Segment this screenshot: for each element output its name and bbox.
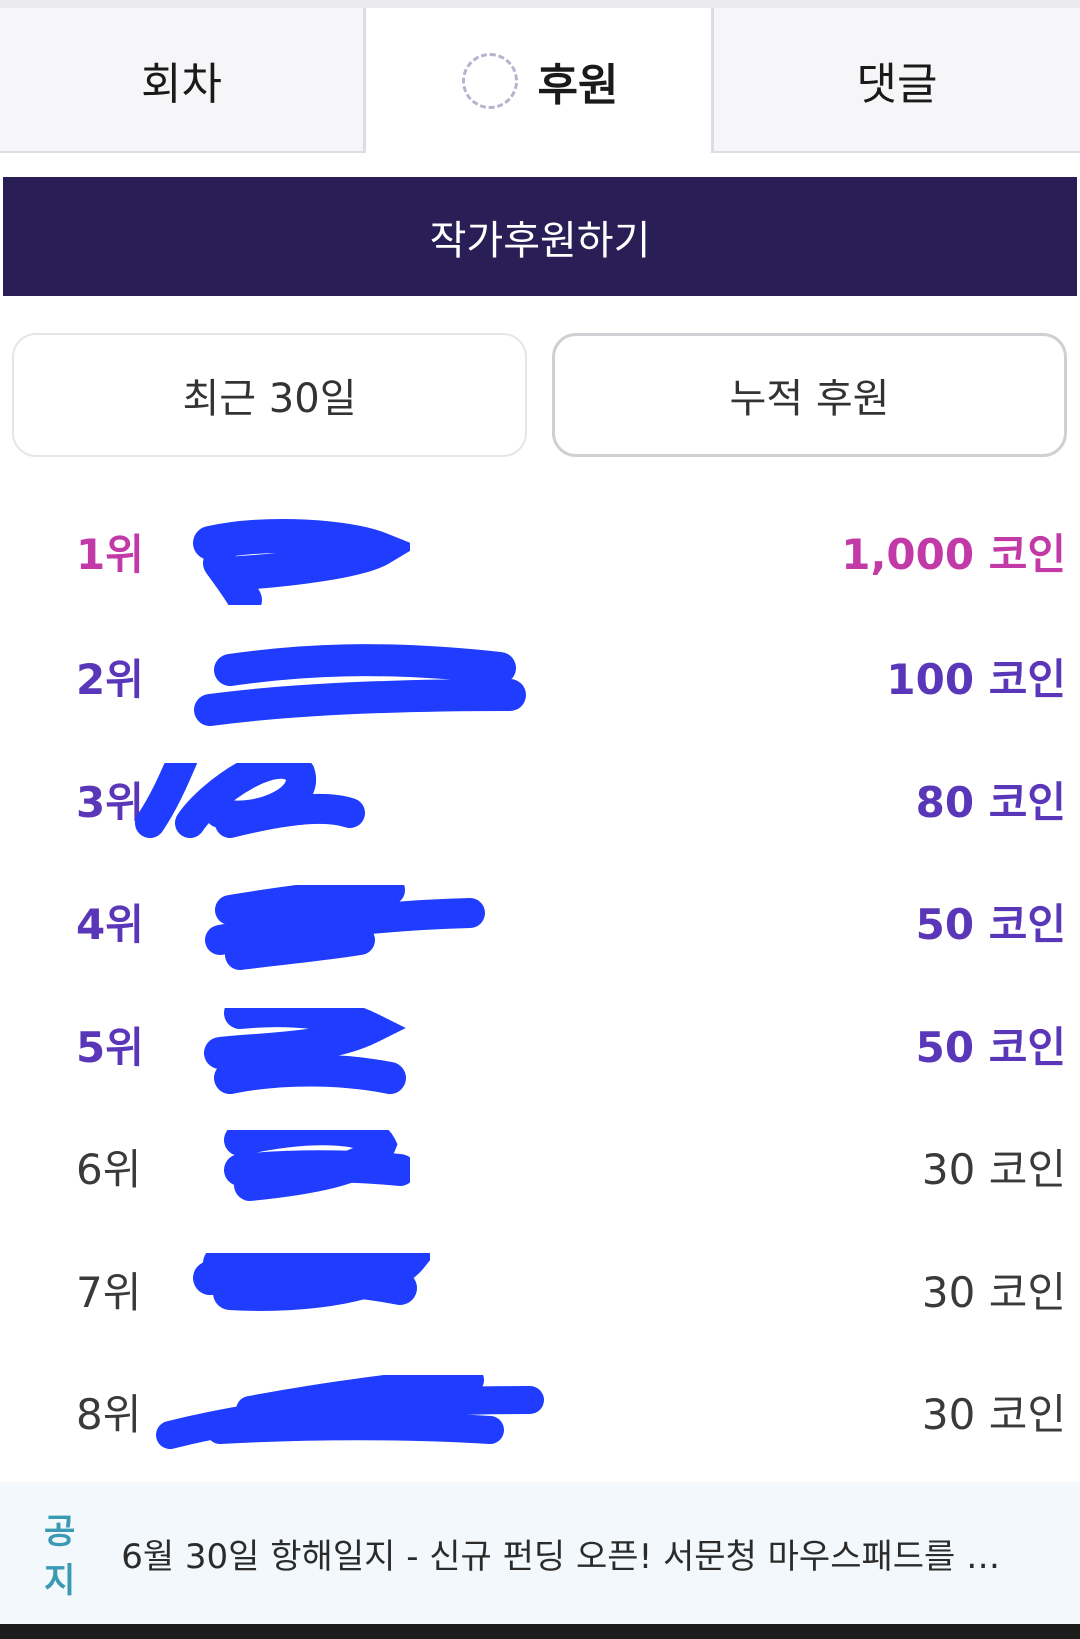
redacted-name-scribble	[156, 1375, 544, 1449]
bottom-bar	[0, 1624, 1080, 1639]
amount-label: 30 코인	[921, 1390, 1066, 1439]
redacted-name-scribble	[205, 885, 485, 970]
tab-bar: 회차 후원 댓글	[0, 8, 1080, 153]
amount-label: 1,000 코인	[841, 530, 1066, 579]
ranking-row: 2위 100 코인	[0, 640, 1080, 726]
redacted-name-scribble	[193, 519, 410, 605]
tab-comments[interactable]: 댓글	[711, 8, 1080, 153]
redacted-name-scribble	[224, 1130, 410, 1201]
amount-label: 50 코인	[915, 900, 1066, 949]
tab-episodes[interactable]: 회차	[0, 8, 366, 153]
support-author-button[interactable]: 작가후원하기	[3, 177, 1077, 296]
notice-tag: 공지	[44, 1512, 76, 1601]
redacted-name-scribble	[135, 763, 365, 838]
tab-support-label: 후원	[537, 59, 619, 111]
ranking-row: 1위 1,000 코인	[0, 515, 1080, 605]
filter-total-label: 누적 후원	[729, 376, 890, 422]
support-author-button-label: 작가후원하기	[429, 217, 651, 264]
ranking-row: 4위 50 코인	[0, 885, 1080, 970]
redacted-name-scribble	[204, 1008, 406, 1094]
redacted-name-scribble	[193, 1253, 430, 1311]
filter-cumulative-support[interactable]: 누적 후원	[552, 333, 1067, 457]
ranking-row: 7위 30 코인	[0, 1253, 1080, 1333]
ranking-row: 5위 50 코인	[0, 1008, 1080, 1094]
tab-support[interactable]: 후원	[369, 8, 711, 153]
filter-recent-label: 최근 30일	[182, 376, 357, 422]
redacted-name-scribble	[194, 644, 526, 726]
tab-comments-label: 댓글	[856, 58, 938, 110]
filter-recent-30-days[interactable]: 최근 30일	[12, 333, 527, 457]
amount-label: 100 코인	[886, 655, 1066, 704]
ranking-row: 3위 80 코인	[0, 763, 1080, 843]
amount-label: 80 코인	[915, 778, 1066, 827]
amount-label: 50 코인	[915, 1023, 1066, 1072]
notice-banner[interactable]: 공지 6월 30일 항해일지 - 신규 펀딩 오픈! 서문청 마우스패드를 …	[0, 1482, 1080, 1624]
notice-text: 6월 30일 항해일지 - 신규 펀딩 오픈! 서문청 마우스패드를 …	[121, 1536, 1001, 1577]
top-divider	[0, 0, 1080, 8]
amount-label: 30 코인	[921, 1268, 1066, 1317]
loading-spinner-icon	[461, 52, 518, 109]
tab-episodes-label: 회차	[141, 58, 222, 110]
amount-label: 30 코인	[921, 1145, 1066, 1194]
ranking-row: 6위 30 코인	[0, 1130, 1080, 1210]
ranking-row: 8위 30 코인	[0, 1375, 1080, 1455]
